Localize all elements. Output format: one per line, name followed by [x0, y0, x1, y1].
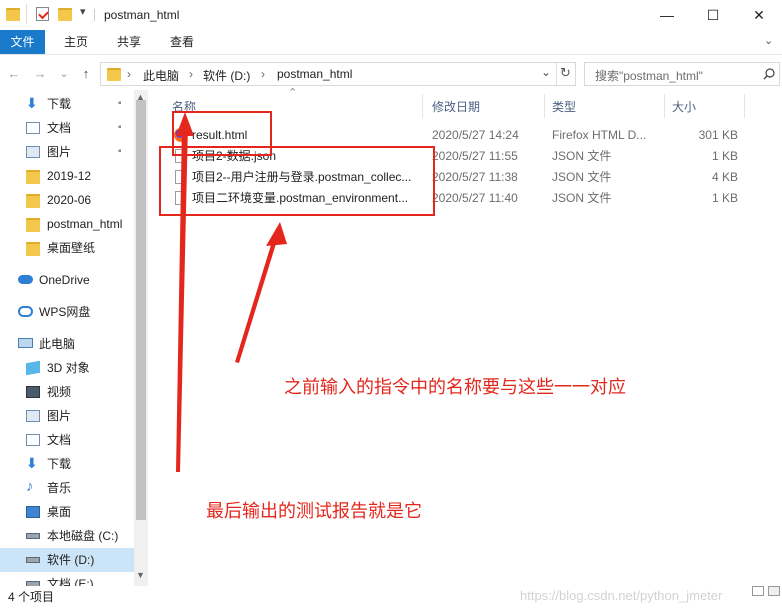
watermark: https://blog.csdn.net/python_jmeter — [520, 588, 723, 603]
status-bar: 4 个项目 https://blog.csdn.net/python_jmete… — [0, 586, 782, 616]
annotation-arrows — [176, 112, 287, 472]
large-icons-view-icon[interactable] — [768, 586, 780, 596]
annotation-arrowhead — [176, 112, 194, 136]
details-view-icon[interactable] — [752, 586, 764, 596]
annotation-arrowhead — [266, 222, 287, 246]
annotation-arrow-diagonal — [235, 232, 279, 363]
annotation-note-report: 最后输出的测试报告就是它 — [206, 501, 422, 521]
item-count: 4 个项目 — [8, 590, 55, 604]
annotation-arrow-up — [176, 124, 188, 472]
annotation-note-names: 之前输入的指令中的名称要与这些一一对应 — [284, 377, 626, 397]
